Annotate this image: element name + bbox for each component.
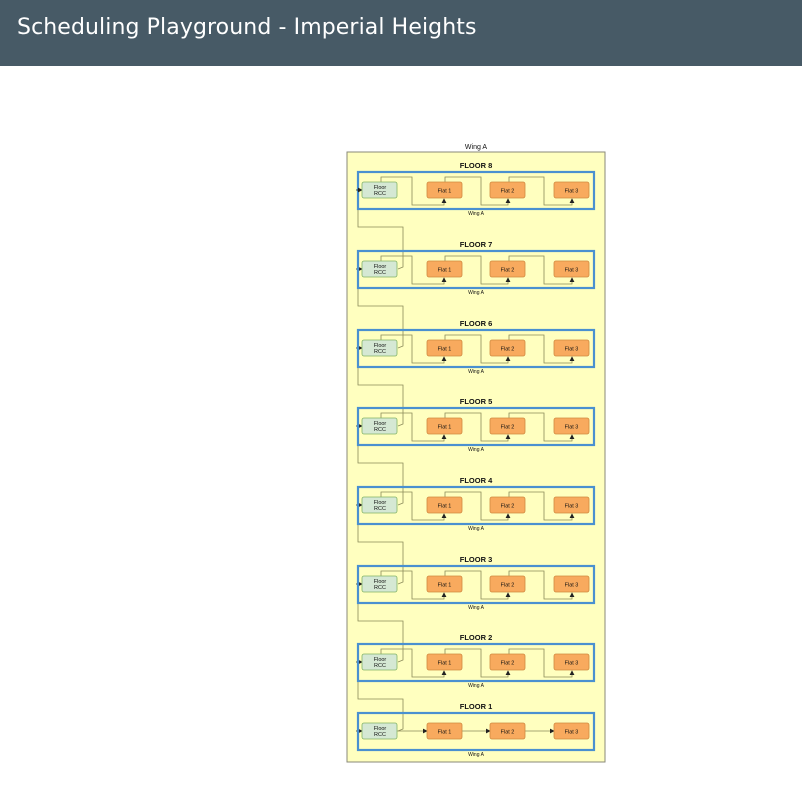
rcc-label: RCC xyxy=(374,270,386,276)
floor-label: FLOOR 3 xyxy=(460,555,493,564)
wing-diagram: Wing AFLOOR 8Wing AFloorRCC Flat 1 Flat 2F… xyxy=(346,144,606,763)
floor-label: FLOOR 1 xyxy=(460,702,493,711)
flat-label: Flat 3 xyxy=(565,268,579,274)
flat-label: Flat 2 xyxy=(501,583,515,589)
flat-label: Flat 3 xyxy=(565,347,579,353)
flat-label: Flat 1 xyxy=(438,425,452,431)
rcc-label: RCC xyxy=(374,349,386,355)
rcc-label: RCC xyxy=(374,585,386,591)
flat-label: Flat 1 xyxy=(438,583,452,589)
flat-label: Flat 2 xyxy=(501,504,515,510)
floor-footer-label: Wing A xyxy=(468,605,485,611)
rcc-label: RCC xyxy=(374,732,386,738)
rcc-label: RCC xyxy=(374,506,386,512)
floor-label: FLOOR 2 xyxy=(460,633,493,642)
floor-footer-label: Wing A xyxy=(468,752,485,758)
floor-label: FLOOR 6 xyxy=(460,319,493,328)
flat-label: Flat 2 xyxy=(501,268,515,274)
rcc-label: RCC xyxy=(374,663,386,669)
flat-label: Flat 1 xyxy=(438,347,452,353)
floor-label: FLOOR 8 xyxy=(460,161,493,170)
floor-footer-label: Wing A xyxy=(468,369,485,375)
flat-label: Flat 2 xyxy=(501,661,515,667)
floor-footer-label: Wing A xyxy=(468,447,485,453)
flat-label: Flat 2 xyxy=(501,730,515,736)
flat-label: Flat 2 xyxy=(501,347,515,353)
floor-label: FLOOR 5 xyxy=(460,397,493,406)
flat-label: Flat 1 xyxy=(438,268,452,274)
floor-footer-label: Wing A xyxy=(468,526,485,532)
floor-footer-label: Wing A xyxy=(468,290,485,296)
flat-label: Flat 3 xyxy=(565,730,579,736)
flat-label: Flat 3 xyxy=(565,583,579,589)
flat-label: Flat 3 xyxy=(565,661,579,667)
flat-label: Flat 3 xyxy=(565,504,579,510)
floor-footer-label: Wing A xyxy=(468,211,485,217)
rcc-label: RCC xyxy=(374,191,386,197)
floor-footer-label: Wing A xyxy=(468,683,485,689)
floor-label: FLOOR 7 xyxy=(460,240,493,249)
flat-label: Flat 1 xyxy=(438,504,452,510)
flat-label: Flat 1 xyxy=(438,189,452,195)
flat-label: Flat 1 xyxy=(438,730,452,736)
rcc-label: RCC xyxy=(374,427,386,433)
floor-label: FLOOR 4 xyxy=(460,476,493,485)
flat-label: Flat 1 xyxy=(438,661,452,667)
flat-label: Flat 2 xyxy=(501,189,515,195)
flat-label: Flat 2 xyxy=(501,425,515,431)
flat-label: Flat 3 xyxy=(565,189,579,195)
flat-label: Flat 3 xyxy=(565,425,579,431)
wing-title: Wing A xyxy=(465,144,488,151)
